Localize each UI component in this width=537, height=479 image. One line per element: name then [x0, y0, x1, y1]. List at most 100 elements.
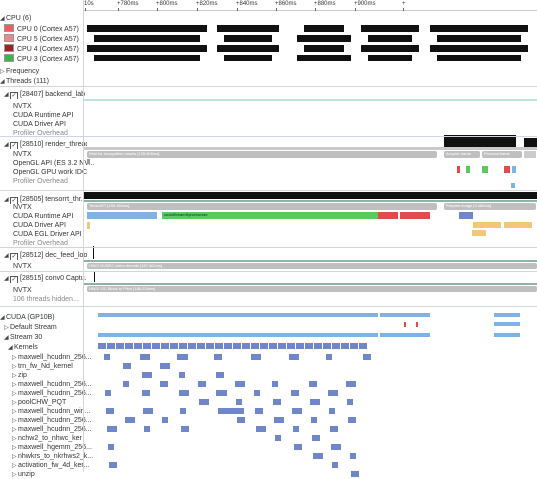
nvtx-bar[interactable]: [524, 151, 536, 158]
kernel-summary-block[interactable]: [350, 343, 358, 349]
gpu-utilization-bar[interactable]: [380, 313, 430, 317]
kernel-instance[interactable]: [294, 444, 302, 450]
kernel-row[interactable]: ▷nhwkrs_to_nkrhws2_k...: [0, 452, 95, 461]
kernel-row[interactable]: ▷maxwell_hcudnn_256...: [0, 416, 95, 425]
gpu-utilization-bar[interactable]: [98, 313, 378, 317]
kernel-instance[interactable]: [180, 408, 186, 414]
kernel-summary-block[interactable]: [116, 343, 124, 349]
kernel-instance[interactable]: [350, 453, 356, 459]
nvtx-vic-bar[interactable]: HW/2 VIC Block to Pitch [186.234ms]: [87, 286, 537, 292]
cuda-call[interactable]: [378, 212, 398, 219]
kernel-summary-block[interactable]: [224, 343, 232, 349]
stream-activity-bar[interactable]: [98, 333, 378, 337]
stream-activity-bar[interactable]: [494, 333, 520, 337]
cpu-activity-bar[interactable]: [87, 45, 207, 52]
kernel-instance[interactable]: [108, 444, 114, 450]
kernel-row[interactable]: ▷unzip: [0, 470, 95, 479]
kernel-instance[interactable]: [142, 372, 152, 378]
threads-section[interactable]: ◢Threads (111): [0, 77, 83, 86]
cuda-driver-call[interactable]: [473, 222, 501, 228]
kernel-instance[interactable]: [216, 372, 224, 378]
cpu-activity-bar[interactable]: [87, 25, 207, 32]
default-stream-row[interactable]: ▷Default Stream: [0, 323, 87, 332]
kernel-summary-block[interactable]: [125, 343, 133, 349]
memcpy-event[interactable]: [416, 322, 418, 327]
cpu-activity-bar[interactable]: [304, 25, 344, 32]
cpu-activity-bar[interactable]: [437, 55, 521, 61]
kernel-summary-block[interactable]: [251, 343, 259, 349]
kernel-instance[interactable]: [218, 408, 244, 414]
cpu-activity-bar[interactable]: [368, 35, 412, 42]
kernel-instance[interactable]: [311, 417, 317, 423]
thread-checkbox[interactable]: ✓: [10, 253, 18, 260]
cpu-activity-bar[interactable]: [304, 45, 344, 52]
kernel-instance[interactable]: [123, 363, 131, 369]
cpu-activity-bar[interactable]: [224, 55, 272, 61]
thread-checkbox[interactable]: ✓: [10, 92, 18, 99]
kernel-instance[interactable]: [256, 426, 266, 432]
nvtx-nvdec-bar[interactable]: HW/2 NVDEC video decode [187.462ms]: [87, 263, 537, 269]
kernel-instance[interactable]: [363, 354, 371, 360]
gpu-utilization-bar[interactable]: [494, 313, 520, 317]
kernel-instance[interactable]: [143, 408, 153, 414]
kernel-summary-block[interactable]: [233, 343, 241, 349]
kernel-row[interactable]: ▷maxwell_hcudnn_256...: [0, 380, 95, 389]
cpu-activity-bar[interactable]: [94, 35, 200, 42]
kernel-summary-block[interactable]: [206, 343, 214, 349]
cpu-activity-bar[interactable]: [297, 35, 351, 42]
kernel-instance[interactable]: [125, 417, 135, 423]
kernel-instance[interactable]: [123, 381, 129, 387]
stream-activity-bar[interactable]: [380, 333, 430, 337]
kernel-instance[interactable]: [332, 462, 338, 468]
kernel-summary-block[interactable]: [170, 343, 178, 349]
kernel-instance[interactable]: [140, 354, 150, 360]
kernel-instance[interactable]: [104, 354, 110, 360]
opengl-call[interactable]: [482, 166, 488, 173]
kernel-instance[interactable]: [105, 390, 111, 396]
time-ruler[interactable]: 10s+780ms+800ms+820ms+840ms+860ms+880ms+…: [84, 0, 537, 11]
kernel-instance[interactable]: [251, 354, 261, 360]
kernel-instance[interactable]: [109, 462, 117, 468]
kernel-summary-block[interactable]: [242, 343, 250, 349]
thread-checkbox[interactable]: ✓: [10, 276, 18, 283]
opengl-gpu-work[interactable]: [511, 183, 515, 188]
cpu-section[interactable]: ◢CPU (6): [0, 14, 83, 23]
kernel-summary-block[interactable]: [332, 343, 340, 349]
thread-dec-feed[interactable]: ◢✓[28512] dec_feed_loop ▾: [0, 251, 87, 260]
cpu-core-row[interactable]: CPU 0 (Cortex A57): [0, 24, 87, 33]
kernel-row[interactable]: ▷maxwell_hcudnn_256...: [0, 353, 95, 362]
kernel-instance[interactable]: [160, 381, 168, 387]
thread-render[interactable]: ◢✓[28510] render_thread ▾: [0, 140, 87, 149]
frequency-row[interactable]: ▷Frequency: [0, 67, 83, 76]
cuda-driver-call[interactable]: [87, 222, 90, 229]
cpu-activity-bar[interactable]: [217, 45, 279, 52]
kernel-instance[interactable]: [292, 408, 302, 414]
thread-activity-line[interactable]: [84, 260, 537, 262]
kernel-row[interactable]: ▷zip: [0, 371, 95, 380]
cpu-core-row[interactable]: CPU 5 (Cortex A57): [0, 34, 87, 43]
kernel-summary-block[interactable]: [107, 343, 115, 349]
cpu-activity-bar[interactable]: [430, 45, 528, 52]
kernel-instance[interactable]: [348, 417, 356, 423]
kernel-row[interactable]: ▷maxwell_hgemm_256...: [0, 443, 95, 452]
cpu-activity-bar[interactable]: [94, 55, 200, 61]
kernel-row[interactable]: ▷maxwell_hcudnn_256...: [0, 389, 95, 398]
cpu-activity-bar[interactable]: [368, 55, 412, 61]
cpu-activity-bar[interactable]: [224, 35, 272, 42]
kernel-row[interactable]: ▷poolCHW_PQT: [0, 398, 95, 407]
cpu-activity-bar[interactable]: [297, 55, 351, 61]
kernel-instance[interactable]: [236, 399, 242, 405]
kernel-summary-block[interactable]: [287, 343, 295, 349]
cpu-core-row[interactable]: CPU 3 (Cortex A57): [0, 54, 87, 63]
kernel-instance[interactable]: [199, 399, 209, 405]
thread-checkbox[interactable]: ✓: [10, 142, 18, 149]
kernel-summary-block[interactable]: [188, 343, 196, 349]
opengl-call[interactable]: [457, 166, 460, 173]
kernel-summary-block[interactable]: [197, 343, 205, 349]
nvtx-wait-bar[interactable]: Wait for recognition results [125.808ms]: [87, 151, 437, 158]
opengl-call[interactable]: [504, 166, 510, 173]
kernel-instance[interactable]: [329, 408, 335, 414]
nvtx-acquire-bar[interactable]: Acquire frame: [444, 151, 480, 158]
kernel-summary-block[interactable]: [179, 343, 187, 349]
kernel-instance[interactable]: [313, 453, 323, 459]
